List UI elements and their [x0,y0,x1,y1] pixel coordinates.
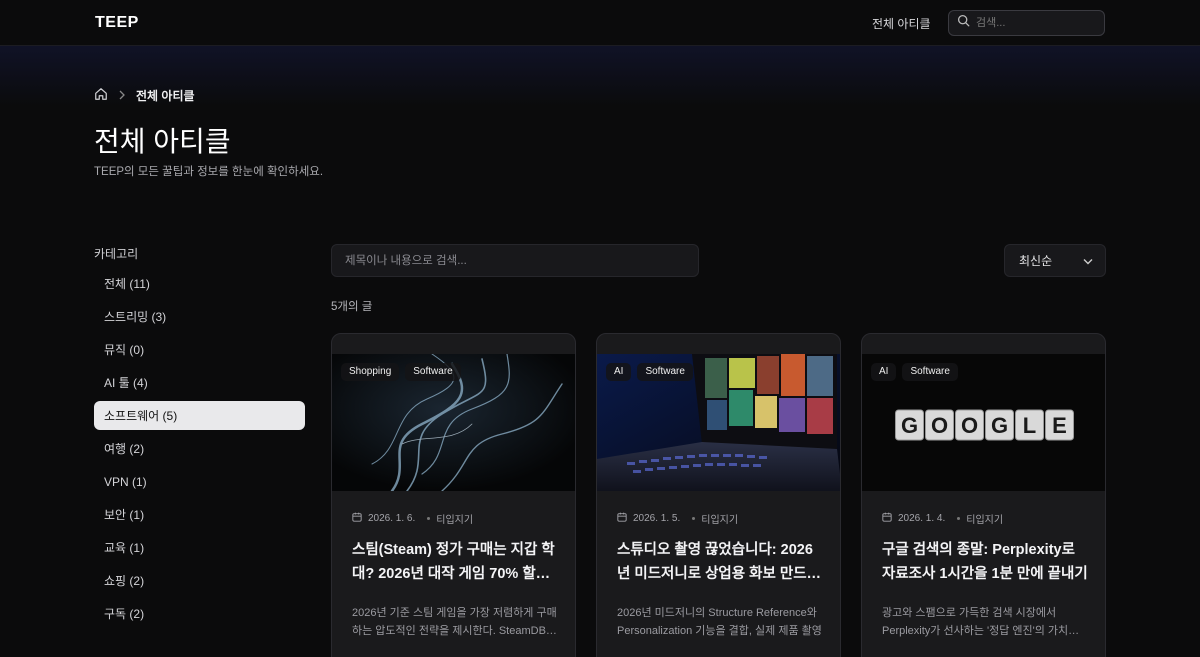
article-excerpt: 2026년 미드저니의 Structure Reference와 Persona… [617,607,822,637]
home-icon[interactable] [94,87,108,104]
article-author: 티입지기 [966,515,1004,526]
header-search-input[interactable] [976,17,1096,29]
page-title: 전체 아티클 [94,126,231,157]
article-date: 2026. 1. 6. [368,513,416,524]
calendar-icon [352,512,362,525]
tag-badge[interactable]: Software [637,363,693,381]
category-item-music[interactable]: 뮤직 (0) [94,335,305,364]
letter-glyph: O [961,413,978,438]
article-meta: 2026. 1. 5. 티입지기 [617,511,738,526]
nav-all-articles[interactable]: 전체 아티클 [872,15,931,32]
category-item-software[interactable]: 소프트웨어 (5) [94,401,305,430]
article-card[interactable]: Shopping Software 2026. 1. 6. 티입지기 스팀(St… [331,333,576,657]
article-author: 티입지기 [436,515,474,526]
article-date: 2026. 1. 5. [633,513,681,524]
search-icon [957,14,970,32]
chevron-right-icon [118,89,126,103]
sort-dropdown[interactable]: 최신순 [1004,244,1106,277]
category-item-security[interactable]: 보안 (1) [94,500,305,529]
article-search-input[interactable] [331,244,699,277]
article-excerpt: 2026년 기준 스팀 게임을 가장 저렴하게 구매하는 압도적인 전략을 제시… [352,607,557,637]
tag-badge[interactable]: Software [902,363,958,381]
tag-list: Shopping Software [341,363,461,381]
tag-list: AI Software [871,363,958,381]
breadcrumb: 전체 아티클 [94,87,195,104]
article-title[interactable]: 스튜디오 촬영 끊었습니다: 2026년 미드저니로 상업용 화보 만드는 법 [617,538,825,586]
calendar-icon [882,512,892,525]
article-excerpt: 광고와 스팸으로 가득한 검색 시장에서 Perplexity가 선사하는 '정… [882,607,1079,637]
category-item-streaming[interactable]: 스트리밍 (3) [94,302,305,331]
category-item-travel[interactable]: 여행 (2) [94,434,305,463]
category-item-subscription[interactable]: 구독 (2) [94,599,305,628]
letter-glyph: G [901,413,918,438]
article-card[interactable]: GOOGLE AI Software 2026. 1. 4. 티입지기 구글 검… [861,333,1106,657]
category-heading: 카테고리 [94,247,139,261]
letter-glyph: G [991,413,1008,438]
tag-badge[interactable]: Software [405,363,461,381]
category-item-ai-tools[interactable]: AI 툴 (4) [94,368,305,397]
header-search[interactable] [948,10,1105,36]
site-logo[interactable]: TEEP [95,14,139,32]
chevron-down-icon [1083,254,1093,268]
letter-glyph: L [1023,413,1036,438]
article-title[interactable]: 구글 검색의 종말: Perplexity로 자료조사 1시간을 1분 만에 끝… [882,538,1090,586]
tag-list: AI Software [606,363,693,381]
separator-dot [957,517,961,520]
top-header: TEEP 전체 아티클 [0,0,1200,46]
calendar-icon [617,512,627,525]
article-meta: 2026. 1. 4. 티입지기 [882,511,1003,526]
breadcrumb-current: 전체 아티클 [136,89,195,103]
separator-dot [692,517,696,520]
article-title[interactable]: 스팀(Steam) 정가 구매는 지갑 학대? 2026년 대작 게임 70% … [352,538,560,586]
category-item-education[interactable]: 교육 (1) [94,533,305,562]
tag-badge[interactable]: AI [606,363,632,381]
sort-label: 최신순 [1019,254,1053,268]
category-item-shopping[interactable]: 쇼핑 (2) [94,566,305,595]
tag-badge[interactable]: Shopping [341,363,400,381]
letter-glyph: E [1052,413,1067,438]
category-item-vpn[interactable]: VPN (1) [94,467,305,496]
article-card[interactable]: AI Software 2026. 1. 5. 티입지기 스튜디오 촬영 끊었습… [596,333,841,657]
article-author: 티입지기 [701,515,739,526]
article-meta: 2026. 1. 6. 티입지기 [352,511,473,526]
page-subtitle: TEEP의 모든 꿀팁과 정보를 한눈에 확인하세요. [94,166,324,178]
separator-dot [427,517,431,520]
article-date: 2026. 1. 4. [898,513,946,524]
category-list: 전체 (11) 스트리밍 (3) 뮤직 (0) AI 툴 (4) 소프트웨어 (… [94,269,305,632]
letter-glyph: O [931,413,948,438]
result-count: 5개의 글 [331,301,373,313]
tag-badge[interactable]: AI [871,363,897,381]
category-item-all[interactable]: 전체 (11) [94,269,305,298]
